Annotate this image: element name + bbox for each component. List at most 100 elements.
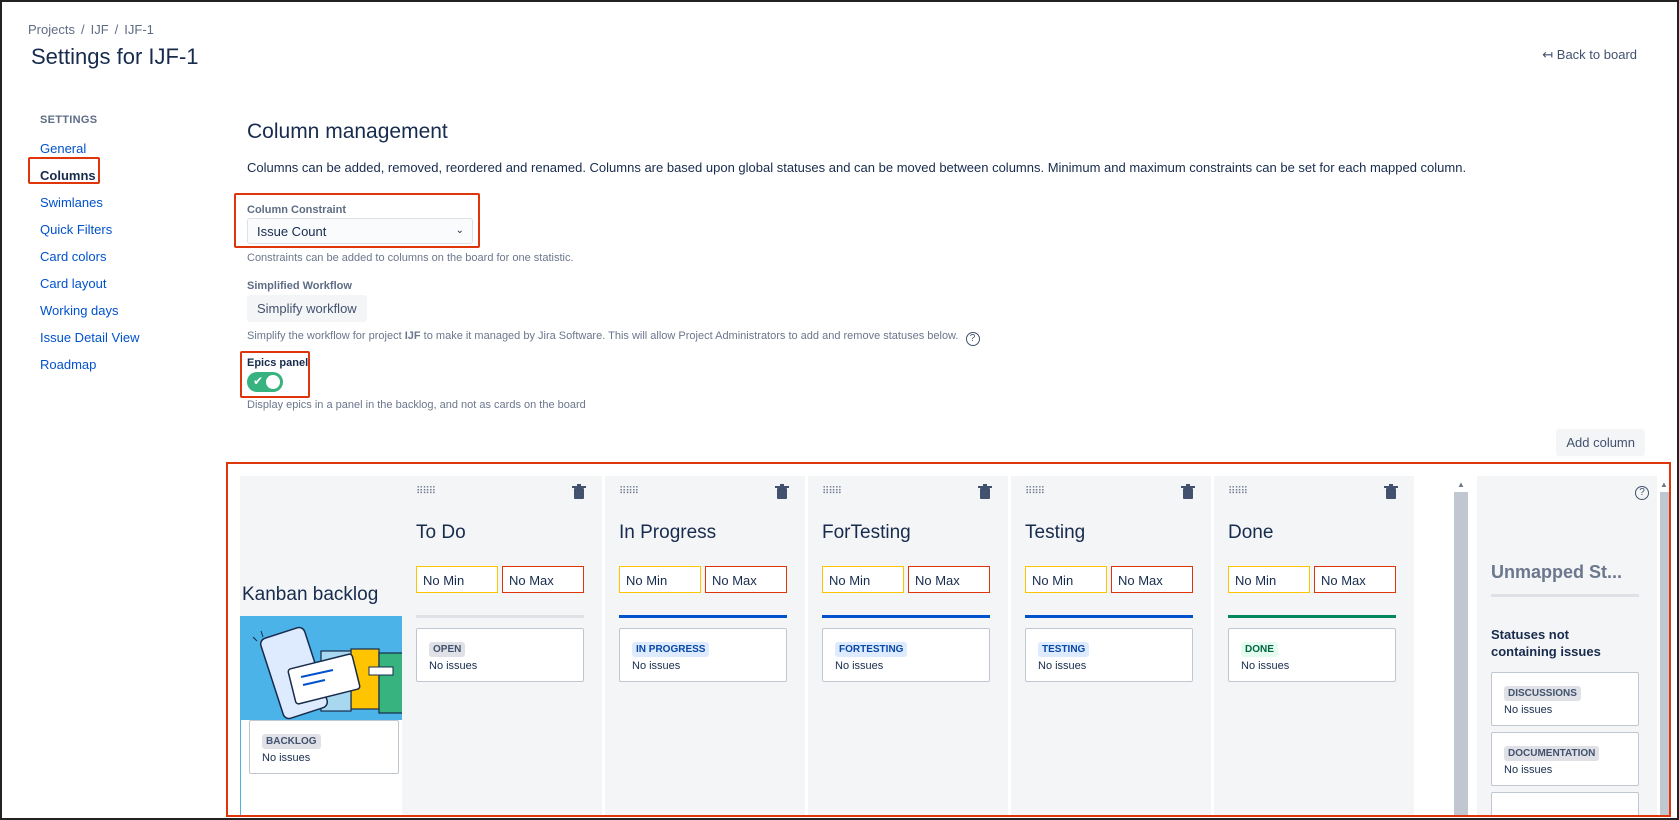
sidebar-heading: SETTINGS [40, 114, 98, 126]
sidebar-item-card-layout[interactable]: Card layout [40, 274, 200, 301]
trash-icon[interactable] [1181, 484, 1195, 500]
trash-icon[interactable] [572, 484, 586, 500]
status-issue-count: No issues [429, 660, 478, 672]
column-status-bar [1025, 615, 1193, 618]
column-name[interactable]: Done [1228, 522, 1273, 544]
sidebar-item-roadmap[interactable]: Roadmap [40, 355, 200, 382]
backlog-status-card[interactable]: BACKLOG No issues [249, 720, 399, 774]
status-issue-count: No issues [632, 660, 681, 672]
settings-sidebar: SETTINGS General Columns Swimlanes Quick… [40, 114, 200, 382]
breadcrumb-separator: / [80, 22, 85, 37]
scroll-up-icon[interactable]: ▲ [1457, 480, 1465, 489]
status-card[interactable]: OPEN No issues [416, 628, 584, 682]
sidebar-item-swimlanes[interactable]: Swimlanes [40, 193, 200, 220]
column-max-input[interactable]: No Max [705, 566, 787, 593]
sidebar-item-working-days[interactable]: Working days [40, 301, 200, 328]
column-constraint-select[interactable]: Issue Count ⌄ [247, 218, 473, 244]
column-constraint-label: Column Constraint [247, 204, 346, 216]
scroll-up-icon[interactable]: ▲ [1660, 480, 1668, 489]
status-lozenge: DISCUSSIONS [1504, 686, 1581, 701]
epics-panel-toggle[interactable]: ✔ [247, 372, 283, 392]
workflow-help-prefix: Simplify the workflow for project [247, 330, 405, 342]
status-card[interactable]: TESTING No issues [1025, 628, 1193, 682]
unmapped-status-card[interactable] [1491, 792, 1639, 815]
epics-panel-label: Epics panel [247, 357, 309, 369]
trash-icon[interactable] [1384, 484, 1398, 500]
drag-handle-icon[interactable]: ⠿⠿⠿ [1025, 486, 1045, 497]
unmapped-subtitle: Statuses not containing issues [1491, 627, 1601, 659]
simplify-workflow-button[interactable]: Simplify workflow [247, 295, 367, 322]
column-constraint-value: Issue Count [257, 224, 327, 239]
chevron-down-icon: ⌄ [455, 225, 464, 236]
status-issue-count: No issues [835, 660, 884, 672]
arrow-left-icon: ↤ [1542, 47, 1554, 62]
status-lozenge: DOCUMENTATION [1504, 746, 1600, 761]
board-column: ⠿⠿⠿ Testing No Min No Max TESTING No iss… [1011, 476, 1211, 815]
drag-handle-icon[interactable]: ⠿⠿⠿ [822, 486, 842, 497]
drag-handle-icon[interactable]: ⠿⠿⠿ [1228, 486, 1248, 497]
section-heading: Column management [247, 120, 448, 143]
column-max-input[interactable]: No Max [1314, 566, 1396, 593]
status-card[interactable]: IN PROGRESS No issues [619, 628, 787, 682]
simplified-workflow-label: Simplified Workflow [247, 280, 352, 292]
status-issue-count: No issues [262, 752, 311, 764]
backlog-illustration: BACKLOG No issues [240, 616, 422, 815]
highlight-box [28, 157, 100, 184]
column-name[interactable]: Testing [1025, 522, 1085, 544]
status-issue-count: No issues [1504, 764, 1553, 776]
trash-icon[interactable] [978, 484, 992, 500]
status-issue-count: No issues [1504, 704, 1553, 716]
column-max-input[interactable]: No Max [1111, 566, 1193, 593]
sidebar-item-card-colors[interactable]: Card colors [40, 247, 200, 274]
column-name[interactable]: ForTesting [822, 522, 911, 544]
column-management-description: Columns can be added, removed, reordered… [247, 160, 1467, 175]
status-lozenge: BACKLOG [262, 734, 321, 749]
epics-panel-help: Display epics in a panel in the backlog,… [247, 399, 586, 411]
column-min-input[interactable]: No Min [619, 566, 701, 593]
breadcrumb-separator: / [114, 22, 119, 37]
column-max-input[interactable]: No Max [502, 566, 584, 593]
backlog-illustration-icon [241, 617, 421, 720]
drag-handle-icon[interactable]: ⠿⠿⠿ [619, 486, 639, 497]
board-column: ⠿⠿⠿ To Do No Min No Max OPEN No issues [402, 476, 602, 815]
column-name[interactable]: In Progress [619, 522, 716, 544]
sidebar-item-issue-detail-view[interactable]: Issue Detail View [40, 328, 200, 355]
sidebar-item-quick-filters[interactable]: Quick Filters [40, 220, 200, 247]
column-min-input[interactable]: No Min [416, 566, 498, 593]
breadcrumb-project[interactable]: IJF [91, 22, 109, 37]
unmapped-divider [1491, 594, 1639, 597]
column-min-input[interactable]: No Min [1228, 566, 1310, 593]
breadcrumb-board[interactable]: IJF-1 [124, 22, 154, 37]
status-card[interactable]: DONE No issues [1228, 628, 1396, 682]
back-to-board-link[interactable]: ↤ Back to board [1542, 47, 1637, 63]
workflow-help-project: IJF [404, 330, 421, 342]
back-to-board-label: Back to board [1556, 47, 1637, 62]
column-status-bar [416, 615, 584, 618]
board-scrollbar[interactable] [1660, 492, 1669, 815]
column-status-bar [619, 615, 787, 618]
breadcrumb-projects[interactable]: Projects [28, 22, 75, 37]
status-lozenge: TESTING [1038, 642, 1090, 657]
help-icon[interactable]: ? [1635, 486, 1649, 500]
column-min-input[interactable]: No Min [822, 566, 904, 593]
status-lozenge: IN PROGRESS [632, 642, 710, 657]
column-max-input[interactable]: No Max [908, 566, 990, 593]
column-constraint-help: Constraints can be added to columns on t… [247, 252, 574, 264]
column-status-bar [822, 615, 990, 618]
help-icon[interactable]: ? [965, 332, 980, 346]
board-scrollbar[interactable] [1454, 492, 1468, 815]
unmapped-status-card[interactable]: DISCUSSIONS No issues [1491, 672, 1639, 726]
workflow-help-suffix: to make it managed by Jira Software. Thi… [420, 330, 959, 342]
column-min-input[interactable]: No Min [1025, 566, 1107, 593]
status-card[interactable]: FORTESTING No issues [822, 628, 990, 682]
board-column: ⠿⠿⠿ In Progress No Min No Max IN PROGRES… [605, 476, 805, 815]
status-lozenge: FORTESTING [835, 642, 908, 657]
trash-icon[interactable] [775, 484, 789, 500]
unmapped-status-card[interactable]: DOCUMENTATION No issues [1491, 732, 1639, 786]
drag-handle-icon[interactable]: ⠿⠿⠿ [416, 486, 436, 497]
column-name[interactable]: To Do [416, 522, 466, 544]
unmapped-statuses-column: ? Unmapped St... Statuses not containing… [1477, 476, 1657, 815]
page-title: Settings for IJF-1 [31, 44, 199, 69]
add-column-button[interactable]: Add column [1556, 429, 1645, 456]
toggle-knob [266, 375, 280, 389]
